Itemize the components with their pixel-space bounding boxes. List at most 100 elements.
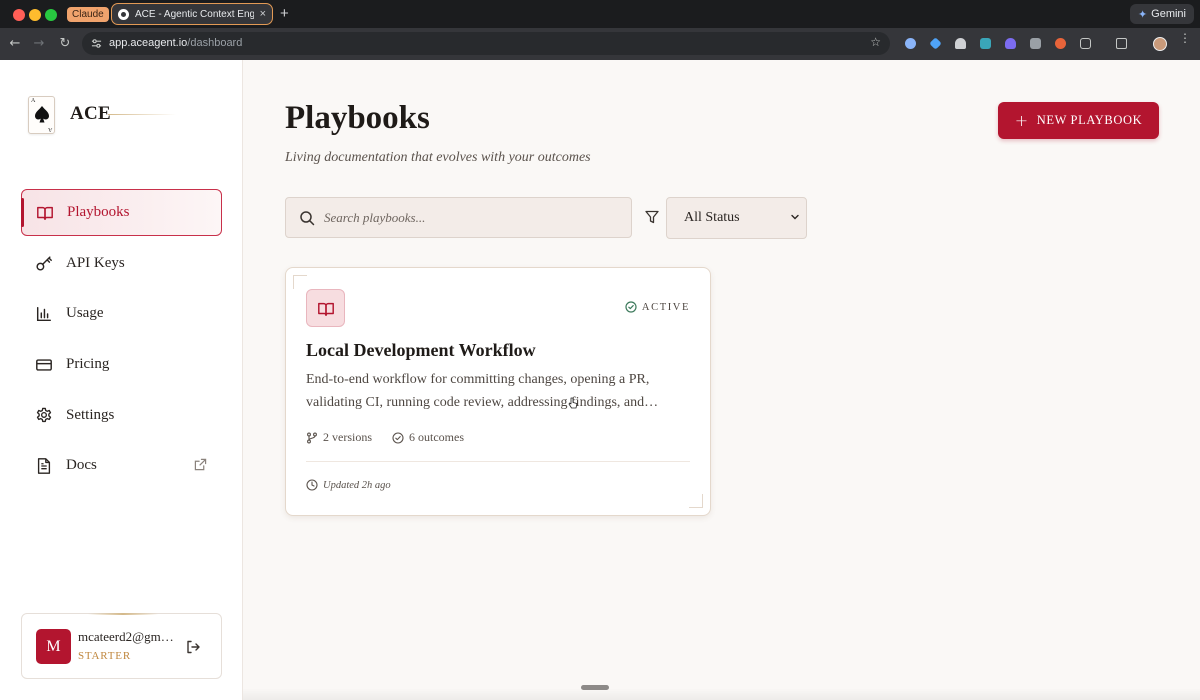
new-playbook-label: NEW PLAYBOOK	[1036, 113, 1143, 127]
sidebar-item-label: Settings	[66, 406, 115, 423]
side-panel-icon[interactable]	[1116, 38, 1127, 49]
main-content: Playbooks Living documentation that evol…	[243, 60, 1200, 700]
check-circle-icon	[392, 431, 404, 444]
extension-2-icon[interactable]	[929, 37, 942, 50]
status-label: ACTIVE	[641, 301, 690, 313]
sidebar-item-settings[interactable]: Settings	[21, 392, 222, 439]
book-open-icon	[318, 302, 334, 317]
browser-chrome: Claude ACE - Agentic Context Engine × + …	[0, 0, 1200, 60]
close-window-button[interactable]	[13, 9, 25, 21]
gemini-label: Gemini	[1151, 8, 1186, 20]
sidebar-item-pricing[interactable]: Pricing	[21, 341, 222, 388]
playbook-card[interactable]: ACTIVE Local Development Workflow End-to…	[285, 267, 711, 516]
clock-icon	[306, 479, 318, 491]
check-circle-icon	[625, 301, 637, 313]
spade-icon	[35, 106, 49, 123]
gemini-button[interactable]: ✦ Gemini	[1129, 4, 1194, 24]
status-filter-select[interactable]: All Status	[666, 197, 807, 239]
key-icon	[36, 256, 52, 271]
chrome-menu-icon[interactable]: ⋮	[1179, 32, 1191, 44]
sidebar-item-label: Pricing	[66, 356, 110, 373]
new-playbook-button[interactable]: + NEW PLAYBOOK	[998, 102, 1159, 139]
brand-divider	[108, 114, 176, 115]
sidebar-item-docs[interactable]: Docs	[21, 442, 222, 489]
bar-chart-icon	[36, 306, 52, 321]
extension-4-icon[interactable]	[980, 38, 991, 49]
search-box[interactable]	[285, 197, 632, 238]
logo-corner-bottom: A	[47, 126, 52, 132]
url-host: app.aceagent.io	[109, 37, 188, 49]
card-corner-ornament	[689, 494, 703, 508]
home-indicator-handle[interactable]	[581, 685, 609, 690]
plus-icon: +	[1014, 110, 1029, 130]
extension-1-icon[interactable]	[905, 38, 916, 49]
playbook-meta: 2 versions 6 outcomes	[306, 430, 464, 445]
search-input[interactable]	[324, 198, 624, 237]
account-email: mcateerd2@gm…	[78, 629, 174, 644]
extension-3-icon[interactable]	[955, 38, 966, 49]
sidebar-item-api-keys[interactable]: API Keys	[21, 240, 222, 287]
extension-5-icon[interactable]	[1005, 38, 1016, 49]
url-text: app.aceagent.io/dashboard	[109, 37, 242, 49]
brand-name: ACE	[70, 103, 112, 124]
search-icon	[300, 211, 315, 226]
sidebar-nav: Playbooks API Keys Usage Pricing Setting…	[21, 189, 222, 493]
page-subtitle: Living documentation that evolves with y…	[285, 150, 591, 165]
bookmark-star-icon[interactable]: ☆	[870, 35, 881, 49]
updated-timestamp: Updated 2h ago	[306, 479, 391, 491]
sidebar-item-usage[interactable]: Usage	[21, 290, 222, 337]
ace-logo[interactable]: A A	[28, 96, 55, 134]
gear-icon	[36, 408, 52, 423]
sidebar: A A ACE Playbooks API Keys Usage Pricing…	[0, 60, 243, 700]
credit-card-icon	[36, 358, 52, 371]
filter-icon[interactable]	[645, 210, 659, 224]
playbook-icon-badge	[306, 289, 345, 327]
extensions-puzzle-icon[interactable]	[1080, 38, 1091, 49]
minimize-window-button[interactable]	[29, 9, 41, 21]
pinned-tab-claude[interactable]: Claude	[67, 7, 109, 22]
git-branch-icon	[307, 432, 317, 443]
tab-title: ACE - Agentic Context Engine	[135, 8, 254, 20]
url-path: /dashboard	[187, 37, 243, 49]
extension-6-icon[interactable]	[1030, 38, 1041, 49]
sidebar-item-label: Playbooks	[67, 204, 130, 220]
logout-icon[interactable]	[185, 639, 201, 655]
tab-strip: Claude ACE - Agentic Context Engine × + …	[0, 0, 1200, 28]
outcomes-label: 6 outcomes	[409, 430, 464, 444]
address-bar[interactable]: app.aceagent.io/dashboard ☆	[82, 32, 890, 55]
playbook-description: End-to-end workflow for committing chang…	[306, 372, 659, 410]
chrome-profile-avatar[interactable]	[1153, 37, 1167, 51]
playbook-title[interactable]: Local Development Workflow	[306, 340, 536, 361]
status-badge: ACTIVE	[625, 301, 690, 313]
avatar: M	[36, 629, 71, 664]
new-tab-button[interactable]: +	[280, 5, 289, 22]
browser-toolbar: ← → ↻ app.aceagent.io/dashboard ☆ ⋮	[0, 28, 1200, 60]
sidebar-item-label: Docs	[66, 457, 97, 474]
sidebar-item-playbooks[interactable]: Playbooks	[21, 189, 222, 236]
account-card[interactable]: M mcateerd2@gm… STARTER	[21, 613, 222, 679]
ace-favicon-icon	[118, 8, 129, 20]
status-filter-value: All Status	[684, 210, 740, 225]
plan-badge: STARTER	[78, 650, 131, 662]
site-settings-icon[interactable]	[91, 38, 102, 49]
page-title: Playbooks	[285, 100, 430, 136]
versions-label: 2 versions	[323, 430, 372, 444]
extension-7-icon[interactable]	[1055, 38, 1066, 49]
back-button[interactable]: ←	[6, 35, 24, 53]
external-link-icon	[194, 459, 207, 471]
sidebar-item-label: Usage	[66, 305, 104, 322]
bottom-shadow	[243, 688, 1200, 700]
reload-button[interactable]: ↻	[56, 35, 74, 53]
card-divider	[306, 461, 690, 462]
book-open-icon	[37, 206, 53, 220]
forward-button[interactable]: →	[30, 35, 48, 53]
versions-count: 2 versions	[306, 430, 372, 445]
maximize-window-button[interactable]	[45, 9, 57, 21]
sidebar-item-label: API Keys	[66, 254, 125, 271]
tab-close-icon[interactable]: ×	[260, 8, 266, 20]
chevron-down-icon	[791, 214, 799, 220]
document-icon	[37, 458, 51, 474]
outcomes-count: 6 outcomes	[392, 430, 464, 445]
active-tab[interactable]: ACE - Agentic Context Engine ×	[111, 3, 273, 25]
mouse-cursor-icon	[568, 397, 578, 409]
